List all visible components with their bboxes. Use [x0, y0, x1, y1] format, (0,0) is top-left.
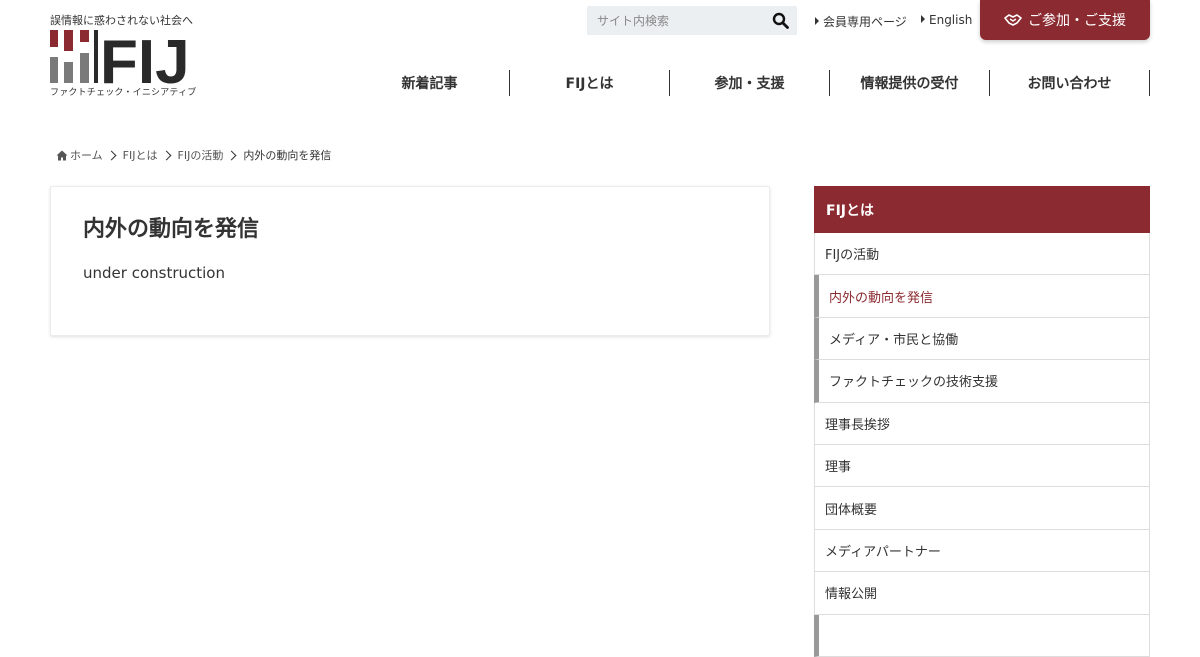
sidebar-heading[interactable]: FIJとは [814, 186, 1150, 233]
breadcrumb-activities[interactable]: FIJの活動 [178, 147, 224, 163]
breadcrumb: ホーム FIJとは FIJの活動 内外の動向を発信 [56, 147, 331, 163]
sidebar-item-chair-greeting[interactable]: 理事長挨拶 [814, 402, 1150, 445]
logo-bar [64, 30, 73, 51]
sidebar-item-media-collaboration[interactable]: メディア・市民と協働 [814, 317, 1150, 361]
sidebar-item-organization[interactable]: 団体概要 [814, 487, 1150, 530]
logo-bar [50, 30, 58, 47]
caret-right-icon [921, 15, 925, 23]
logo-bar [80, 53, 89, 83]
logo-bar [50, 57, 58, 83]
sidebar-item-media-partners[interactable]: メディアパートナー [814, 529, 1150, 573]
home-icon [56, 150, 68, 160]
breadcrumb-current: 内外の動向を発信 [243, 149, 332, 162]
fij-logo[interactable]: FIJ [50, 30, 195, 85]
global-nav: 新着記事 FIJとは 参加・支援 情報提供の受付 お問い合わせ [350, 70, 1150, 96]
handshake-icon [1004, 14, 1022, 26]
caret-right-icon [815, 17, 819, 25]
sidebar-item-directors[interactable]: 理事 [814, 444, 1150, 488]
english-link[interactable]: English [921, 13, 972, 27]
search-icon[interactable] [772, 12, 789, 29]
sidebar-item-global-trends[interactable]: 内外の動向を発信 [814, 275, 1150, 318]
breadcrumb-home[interactable]: ホーム [70, 147, 103, 163]
page-title: 内外の動向を発信 [83, 217, 260, 242]
chevron-right-icon [226, 150, 237, 160]
join-support-label: ご参加・ご支援 [1028, 13, 1126, 29]
search-input[interactable] [587, 6, 757, 35]
sidebar-item-next[interactable] [814, 614, 1150, 657]
nav-item-contact[interactable]: お問い合わせ [990, 70, 1150, 96]
sidebar-item-activities[interactable]: FIJの活動 [814, 233, 1150, 276]
logo-bar [94, 30, 98, 83]
english-label: English [929, 13, 973, 27]
search-box [587, 6, 797, 35]
logo-wordmark: FIJ [100, 30, 190, 85]
page-body: under construction [83, 264, 225, 282]
logo-subtitle: ファクトチェック・イニシアティブ [50, 88, 197, 98]
nav-item-about[interactable]: FIJとは [510, 70, 670, 96]
logo-bar [80, 30, 89, 42]
chevron-right-icon [161, 150, 171, 160]
nav-item-tip-submission[interactable]: 情報提供の受付 [830, 70, 990, 96]
chevron-right-icon [106, 150, 117, 160]
content-card: 内外の動向を発信 under construction [50, 186, 770, 336]
member-page-label: 会員専用ページ [823, 15, 907, 29]
sidebar-item-tech-support[interactable]: ファクトチェックの技術支援 [814, 360, 1150, 403]
nav-item-join[interactable]: 参加・支援 [670, 70, 830, 96]
logo-bar [64, 62, 73, 83]
member-page-link[interactable]: 会員専用ページ [815, 13, 907, 30]
breadcrumb-about[interactable]: FIJとは [123, 147, 158, 163]
sidebar-item-disclosure[interactable]: 情報公開 [814, 572, 1150, 615]
join-support-button[interactable]: ご参加・ご支援 [980, 0, 1150, 40]
nav-item-news[interactable]: 新着記事 [350, 70, 510, 96]
logo-tagline: 誤情報に惑わされない社会へ [50, 14, 193, 27]
sidebar-nav: FIJとは FIJの活動 内外の動向を発信 メディア・市民と協働 ファクトチェッ… [814, 186, 1150, 657]
